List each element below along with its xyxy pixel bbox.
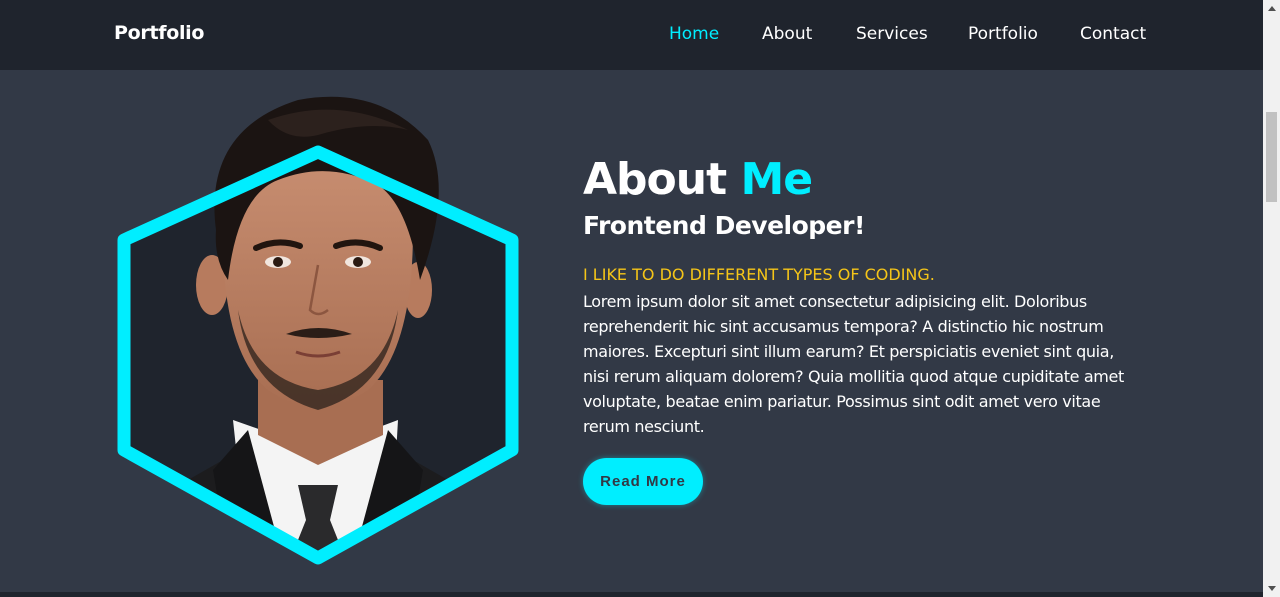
profile-photo: [108, 90, 528, 570]
subtitle: Frontend Developer!: [583, 211, 865, 240]
nav-services[interactable]: Services: [856, 24, 928, 44]
main-nav: Home About Services Portfolio Contact: [0, 24, 1263, 48]
about-paragraph: Lorem ipsum dolor sit amet consectetur a…: [583, 292, 1124, 436]
about-title: About Me: [583, 154, 813, 205]
tagline: I LIKE TO DO DIFFERENT TYPES OF CODING.: [583, 265, 935, 284]
nav-contact[interactable]: Contact: [1080, 24, 1146, 44]
about-title-main: About: [583, 154, 727, 205]
nav-portfolio[interactable]: Portfolio: [968, 24, 1038, 44]
about-title-accent: Me: [740, 154, 813, 205]
read-more-button[interactable]: Read More: [583, 458, 703, 505]
site-header: Portfolio Home About Services Portfolio …: [0, 0, 1263, 70]
nav-home[interactable]: Home: [669, 24, 719, 44]
nav-about[interactable]: About: [762, 24, 812, 44]
scroll-thumb[interactable]: [1266, 112, 1277, 202]
section-divider: [0, 592, 1263, 597]
scroll-up-arrow-icon[interactable]: [1263, 0, 1280, 17]
page: Portfolio Home About Services Portfolio …: [0, 0, 1263, 597]
page-scrollbar[interactable]: [1263, 0, 1280, 597]
scroll-down-arrow-icon[interactable]: [1263, 580, 1280, 597]
